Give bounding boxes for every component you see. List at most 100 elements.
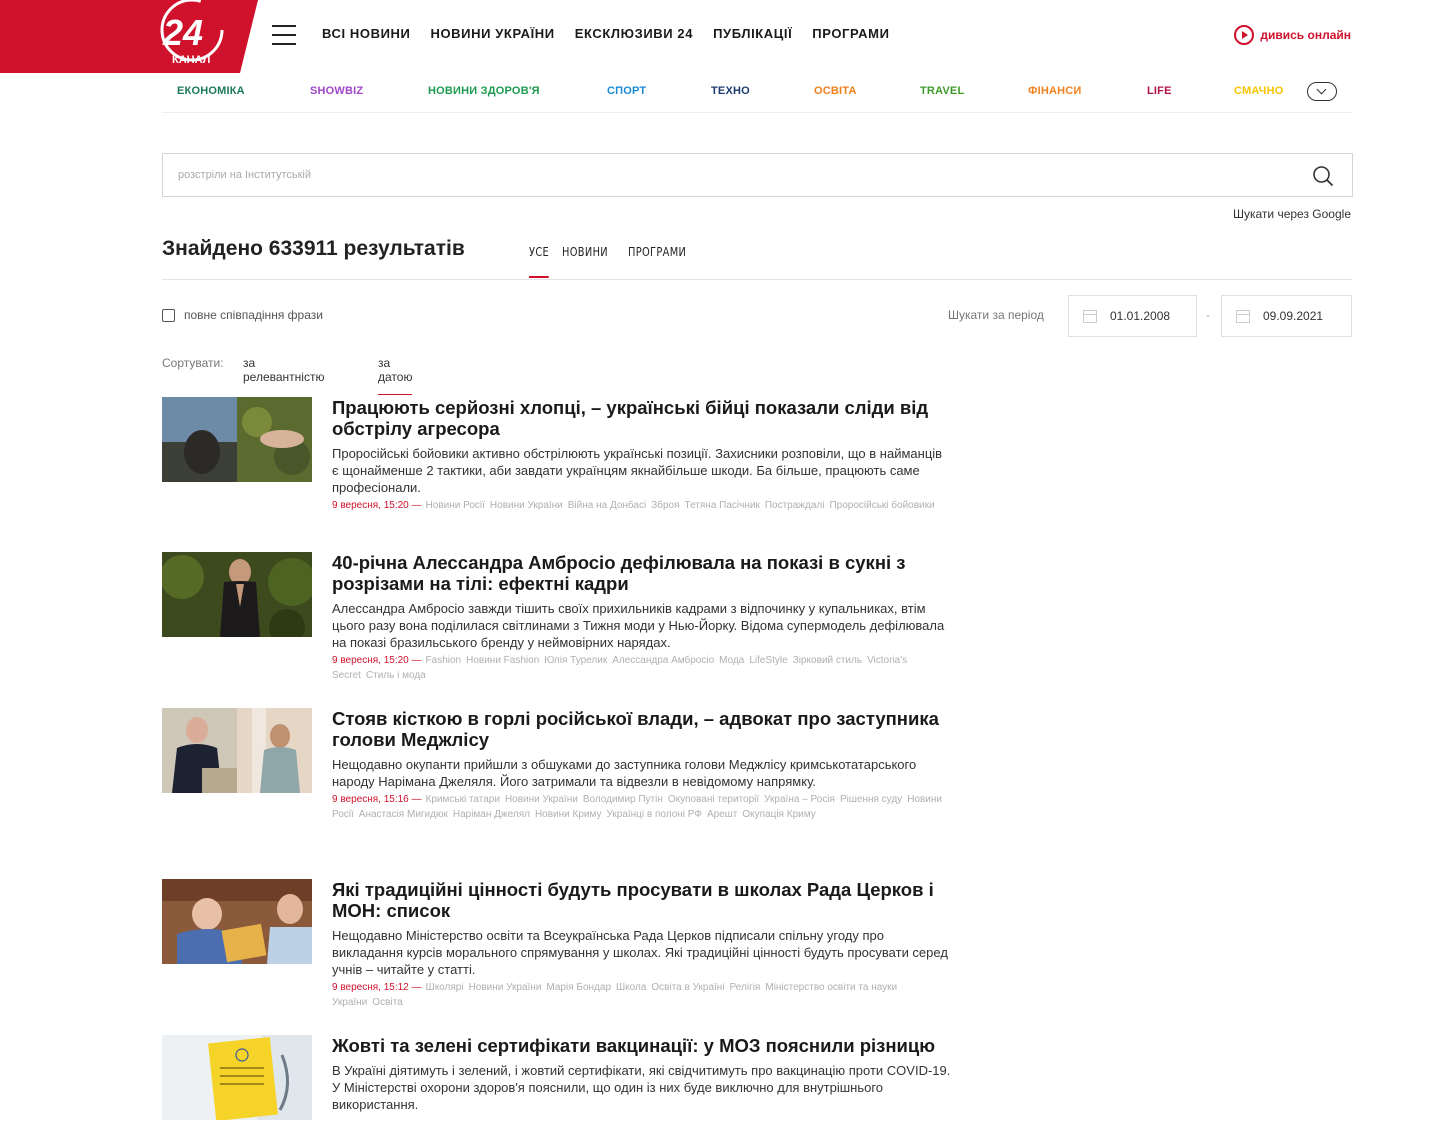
article-tag[interactable]: Наріман Джелял (453, 809, 530, 820)
article-meta: 9 вересня, 15:12 — Школярі Новини України М… (332, 980, 952, 1010)
category-link[interactable]: ОСВІТА (814, 85, 857, 97)
article-tag[interactable]: Марія Бондар (546, 982, 611, 993)
article-lead: Алессандра Амбросіо завжди тішить своїх … (332, 601, 945, 650)
article-title[interactable]: Стояв кісткою в горлі російської влади, … (332, 708, 952, 750)
menu-hamburger-icon[interactable] (272, 25, 296, 45)
article-thumbnail[interactable] (162, 879, 312, 964)
tab-programs[interactable]: ПРОГРАМИ (628, 245, 686, 278)
article-tag[interactable]: Освіта (372, 997, 402, 1008)
date-to-field[interactable]: 09.09.2021 (1221, 295, 1352, 337)
article-tag[interactable]: Окуповані території (668, 794, 759, 805)
article-thumbnail[interactable] (162, 397, 312, 482)
article-title[interactable]: Працюють серйозні хлопці, – українські б… (332, 397, 952, 439)
period-label: Шукати за період (948, 308, 1044, 322)
article-lead: Проросійські бойовики активно обстрілюют… (332, 446, 943, 495)
results-tabs: УСЕ НОВИНИ ПРОГРАМИ (529, 245, 699, 278)
article-tag[interactable]: Стиль і мода (366, 670, 426, 681)
article-title[interactable]: Які традиційні цінності будуть просувати… (332, 879, 952, 921)
tab-news[interactable]: НОВИНИ (562, 245, 608, 278)
article-tag[interactable]: Алессандра Амбросіо (612, 655, 714, 666)
article-tag[interactable]: Володимир Путін (583, 794, 663, 805)
category-link[interactable]: ТЕХНО (711, 85, 750, 97)
tab-all[interactable]: УСЕ (529, 245, 550, 278)
nav-item[interactable]: ПРОГРАМИ (812, 26, 889, 41)
article-meta: 9 вересня, 15:16 — Кримські татари Новини … (332, 792, 952, 822)
article-tag[interactable]: Війна на Донбасі (568, 500, 646, 511)
sort-label: Сортувати: (162, 356, 224, 370)
google-search-link[interactable]: Шукати через Google (1233, 207, 1351, 221)
category-link[interactable]: ЕКОНОМІКА (177, 85, 245, 97)
search-icon[interactable] (1312, 165, 1334, 187)
watch-online-link[interactable]: дивись онлайн (1234, 25, 1351, 45)
date-separator: - (1206, 308, 1210, 322)
article-tag[interactable]: Кримські татари (426, 794, 500, 805)
article-tag[interactable]: Українці в полоні РФ (606, 809, 701, 820)
article-tag[interactable]: Новини України (469, 982, 542, 993)
article-tag[interactable]: Релігія (730, 982, 761, 993)
article-tag[interactable]: Юлія Турелик (544, 655, 607, 666)
exact-phrase-label: повне співпадіння фрази (184, 308, 323, 322)
article-tag[interactable]: Новини України (490, 500, 563, 511)
article-meta: 9 вересня, 15:20 — Новини Росії Новини Укр… (332, 498, 952, 513)
calendar-icon (1083, 309, 1097, 323)
article-date: 9 вересня, 15:20 — (332, 655, 422, 666)
article-title[interactable]: 40-річна Алессандра Амбросіо дефілювала … (332, 552, 952, 594)
sort-by-date[interactable]: за датою (378, 356, 413, 395)
article-tag[interactable]: Україна – Росія (764, 794, 835, 805)
exact-phrase-checkbox[interactable] (162, 308, 175, 322)
article-title[interactable]: Жовті та зелені сертифікати вакцинації: … (332, 1035, 952, 1056)
article-tag[interactable]: Новини Криму (535, 809, 602, 820)
article-tag[interactable]: Рішення суду (840, 794, 902, 805)
article-tag[interactable]: Освіта в Україні (651, 982, 724, 993)
category-link[interactable]: LIFE (1147, 85, 1172, 97)
article-tag[interactable]: Арешт (707, 809, 737, 820)
channel-24-logo[interactable]: 24 КАНАЛ (0, 0, 258, 73)
nav-item[interactable]: ЕКСКЛЮЗИВИ 24 (575, 26, 693, 41)
article-tag[interactable]: Мода (719, 655, 744, 666)
article-tag[interactable]: Новини України (505, 794, 578, 805)
category-link[interactable]: СМАЧНО (1234, 85, 1284, 97)
nav-item[interactable]: НОВИНИ УКРАЇНИ (430, 26, 554, 41)
article-tag[interactable]: Окупація Криму (742, 809, 815, 820)
category-link[interactable]: ФІНАНСИ (1028, 85, 1082, 97)
article-tag[interactable]: Зброя (651, 500, 679, 511)
article-tag[interactable]: Анастасія Мигидюк (359, 809, 448, 820)
article-meta: 9 вересня, 15:20 — Fashion Новини Fashion Ю… (332, 653, 952, 683)
article-tag[interactable]: Новини Росії (426, 500, 485, 511)
article-tag[interactable]: Зірковий стиль (793, 655, 862, 666)
article-date: 9 вересня, 15:12 — (332, 982, 422, 993)
article-thumbnail[interactable] (162, 1035, 312, 1120)
category-link[interactable]: СПОРТ (607, 85, 646, 97)
article-lead: Нещодавно Міністерство освіти та Всеукра… (332, 928, 948, 977)
watch-online-label: дивись онлайн (1260, 28, 1351, 42)
search-input[interactable] (163, 154, 1263, 196)
article-tag[interactable]: Школа (616, 982, 646, 993)
svg-text:КАНАЛ: КАНАЛ (172, 54, 210, 66)
article-tag[interactable]: LifeStyle (749, 655, 787, 666)
article-date: 9 вересня, 15:16 — (332, 794, 422, 805)
article-tag[interactable]: Тетяна Пасічник (685, 500, 760, 511)
article-lead: В Україні діятимуть і зелений, і жовтий … (332, 1063, 951, 1112)
main-nav: ВСІ НОВИНИ НОВИНИ УКРАЇНИ ЕКСКЛЮЗИВИ 24 ПУБ… (322, 26, 890, 41)
date-to-value: 09.09.2021 (1263, 309, 1324, 323)
category-link[interactable]: НОВИНИ ЗДОРОВ'Я (428, 85, 540, 97)
article-date: 9 вересня, 15:20 — (332, 500, 422, 511)
chevron-down-icon[interactable] (1307, 82, 1337, 101)
nav-item[interactable]: ПУБЛІКАЦІЇ (713, 26, 792, 41)
nav-item[interactable]: ВСІ НОВИНИ (322, 26, 410, 41)
category-link[interactable]: TRAVEL (920, 85, 964, 97)
calendar-icon (1236, 309, 1250, 323)
article-tag[interactable]: Школярі (426, 982, 464, 993)
sort-by-relevance[interactable]: за релевантністю (243, 356, 324, 394)
svg-text:24: 24 (162, 12, 203, 53)
article-tag[interactable]: Новини Fashion (466, 655, 539, 666)
search-box (162, 153, 1353, 197)
article-tag[interactable]: Постраждалі (765, 500, 825, 511)
article-thumbnail[interactable] (162, 708, 312, 793)
play-icon (1234, 25, 1255, 45)
date-from-field[interactable]: 01.01.2008 (1068, 295, 1197, 337)
article-thumbnail[interactable] (162, 552, 312, 637)
category-link[interactable]: SHOWBIZ (310, 85, 363, 97)
article-tag[interactable]: Проросійські бойовики (829, 500, 934, 511)
article-tag[interactable]: Fashion (426, 655, 462, 666)
